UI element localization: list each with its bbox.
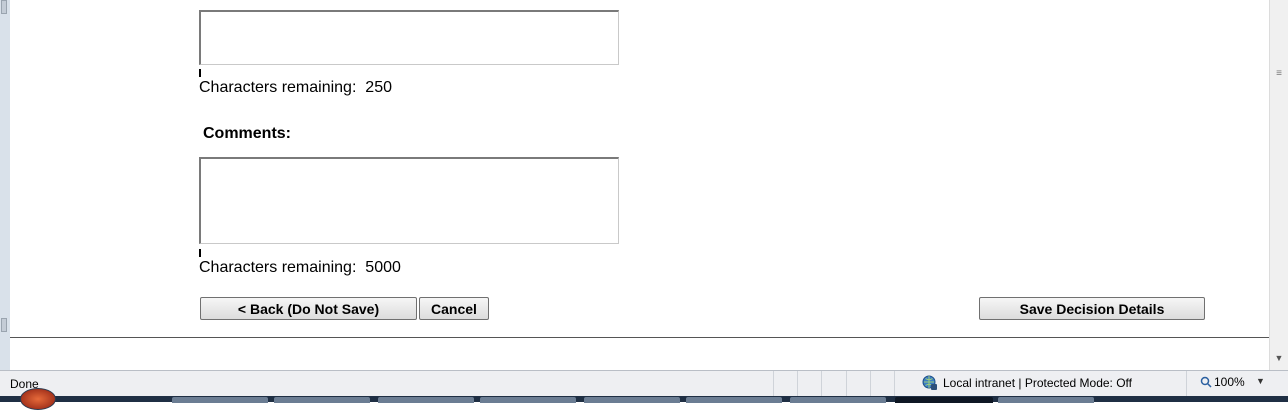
security-zone[interactable]: Local intranet | Protected Mode: Off	[922, 375, 1132, 391]
comments-chars-remaining-label: Characters remaining:	[199, 259, 357, 276]
back-button[interactable]: < Back (Do Not Save)	[200, 297, 417, 320]
windows-taskbar	[0, 396, 1288, 403]
status-divider	[797, 371, 798, 396]
status-divider	[846, 371, 847, 396]
status-divider	[773, 371, 774, 396]
status-divider	[1186, 371, 1187, 396]
status-divider	[870, 371, 871, 396]
taskbar-button[interactable]	[378, 397, 474, 403]
status-divider	[821, 371, 822, 396]
splitter-grip-top[interactable]	[1, 0, 7, 14]
reason-counter-marker	[199, 69, 201, 77]
save-decision-details-button[interactable]: Save Decision Details	[979, 297, 1205, 320]
taskbar-button[interactable]	[584, 397, 680, 403]
reason-chars-remaining-value: 250	[365, 79, 392, 96]
scroll-down-arrow-icon[interactable]: ▼	[1273, 352, 1285, 364]
taskbar-button[interactable]	[480, 397, 576, 403]
start-button-icon[interactable]	[20, 388, 56, 410]
taskbar-button[interactable]	[998, 397, 1094, 403]
taskbar-button[interactable]	[686, 397, 782, 403]
zoom-dropdown-arrow-icon[interactable]: ▼	[1256, 376, 1265, 386]
vertical-scrollbar[interactable]: ≡ ▼	[1269, 0, 1288, 370]
scroll-grip-icon[interactable]: ≡	[1273, 68, 1285, 80]
comments-heading: Comments:	[203, 125, 292, 142]
globe-shield-icon	[922, 375, 937, 390]
comments-counter-marker	[199, 249, 201, 257]
security-zone-text: Local intranet | Protected Mode: Off	[943, 376, 1132, 390]
form-divider	[10, 337, 1269, 338]
taskbar-button[interactable]	[172, 397, 268, 403]
taskbar-button[interactable]	[274, 397, 370, 403]
magnifier-icon	[1200, 376, 1212, 388]
taskbar-button[interactable]	[790, 397, 886, 403]
status-divider	[894, 371, 895, 396]
cancel-button[interactable]: Cancel	[419, 297, 489, 320]
taskbar-button-active[interactable]	[895, 397, 993, 403]
zoom-control[interactable]: 100%	[1200, 375, 1245, 389]
comments-chars-remaining: Characters remaining: 5000	[199, 259, 401, 277]
comments-textarea[interactable]	[199, 157, 619, 244]
zoom-level: 100%	[1214, 375, 1245, 389]
splitter-grip-bottom[interactable]	[1, 318, 7, 332]
browser-status-bar: Done Local intranet | Protected Mode: Of…	[0, 370, 1288, 396]
reason-chars-remaining-label: Characters remaining:	[199, 79, 357, 96]
reason-textarea[interactable]	[199, 10, 619, 65]
reason-chars-remaining: Characters remaining: 250	[199, 79, 392, 97]
comments-chars-remaining-value: 5000	[365, 259, 401, 276]
